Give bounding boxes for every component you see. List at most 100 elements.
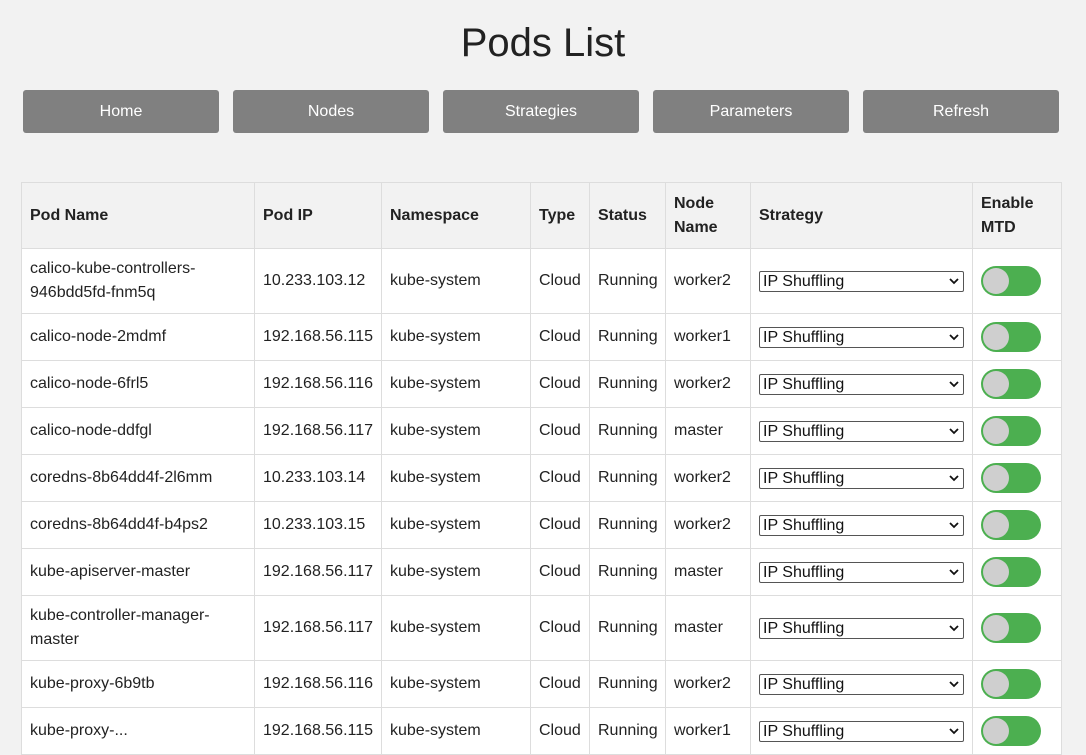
pod-ip-cell: 192.168.56.115 bbox=[254, 313, 382, 361]
nav-bar: Home Nodes Strategies Parameters Refresh bbox=[23, 90, 1059, 133]
strategy-cell: IP Shuffling bbox=[750, 707, 973, 755]
strategy-select[interactable]: IP Shuffling bbox=[759, 561, 964, 583]
pods-table: Pod Name Pod IP Namespace Type Status No… bbox=[21, 182, 1062, 755]
status-cell: Running bbox=[589, 501, 666, 549]
strategy-cell: IP Shuffling bbox=[750, 407, 973, 455]
node-name-cell: worker1 bbox=[665, 313, 751, 361]
namespace-cell: kube-system bbox=[381, 407, 531, 455]
namespace-cell: kube-system bbox=[381, 548, 531, 596]
table-header-row: Pod Name Pod IP Namespace Type Status No… bbox=[21, 182, 1062, 249]
pod-name-cell: calico-kube-controllers-946bdd5fd-fnm5q bbox=[21, 248, 255, 314]
enable-mtd-cell bbox=[972, 501, 1062, 549]
enable-mtd-toggle[interactable] bbox=[981, 266, 1041, 296]
toggle-knob bbox=[983, 268, 1009, 294]
pod-name-cell: calico-node-ddfgl bbox=[21, 407, 255, 455]
table-row: calico-kube-controllers-946bdd5fd-fnm5q 1… bbox=[21, 248, 1062, 314]
enable-mtd-toggle[interactable] bbox=[981, 613, 1041, 643]
type-cell: Cloud bbox=[530, 595, 590, 661]
strategy-select-value: IP Shuffling bbox=[763, 619, 845, 637]
pod-name-cell: calico-node-6frl5 bbox=[21, 360, 255, 408]
status-cell: Running bbox=[589, 360, 666, 408]
enable-mtd-cell bbox=[972, 248, 1062, 314]
chevron-down-icon bbox=[948, 722, 960, 741]
strategy-cell: IP Shuffling bbox=[750, 360, 973, 408]
toggle-knob bbox=[983, 512, 1009, 538]
strategy-cell: IP Shuffling bbox=[750, 548, 973, 596]
refresh-button[interactable]: Refresh bbox=[863, 90, 1059, 133]
node-name-cell: worker2 bbox=[665, 248, 751, 314]
header-strategy: Strategy bbox=[750, 182, 973, 249]
status-cell: Running bbox=[589, 407, 666, 455]
enable-mtd-toggle[interactable] bbox=[981, 669, 1041, 699]
pod-name-cell: kube-proxy-... bbox=[21, 707, 255, 755]
enable-mtd-cell bbox=[972, 407, 1062, 455]
node-name-cell: master bbox=[665, 595, 751, 661]
type-cell: Cloud bbox=[530, 407, 590, 455]
toggle-knob bbox=[983, 465, 1009, 491]
status-cell: Running bbox=[589, 595, 666, 661]
strategy-select-value: IP Shuffling bbox=[763, 722, 845, 740]
pod-name-cell: coredns-8b64dd4f-b4ps2 bbox=[21, 501, 255, 549]
enable-mtd-toggle[interactable] bbox=[981, 369, 1041, 399]
strategy-select[interactable]: IP Shuffling bbox=[759, 673, 964, 695]
strategy-cell: IP Shuffling bbox=[750, 595, 973, 661]
namespace-cell: kube-system bbox=[381, 707, 531, 755]
strategies-button[interactable]: Strategies bbox=[443, 90, 639, 133]
chevron-down-icon bbox=[948, 375, 960, 394]
header-pod-name: Pod Name bbox=[21, 182, 255, 249]
chevron-down-icon bbox=[948, 422, 960, 441]
home-button[interactable]: Home bbox=[23, 90, 219, 133]
chevron-down-icon bbox=[948, 328, 960, 347]
pod-ip-cell: 10.233.103.14 bbox=[254, 454, 382, 502]
table-row: coredns-8b64dd4f-2l6mm 10.233.103.14 kube-… bbox=[21, 454, 1062, 502]
namespace-cell: kube-system bbox=[381, 660, 531, 708]
toggle-knob bbox=[983, 559, 1009, 585]
strategy-select-value: IP Shuffling bbox=[763, 563, 845, 581]
node-name-cell: worker2 bbox=[665, 454, 751, 502]
table-row: coredns-8b64dd4f-b4ps2 10.233.103.15 kube-… bbox=[21, 501, 1062, 549]
enable-mtd-toggle[interactable] bbox=[981, 463, 1041, 493]
pods-table-container: Pod Name Pod IP Namespace Type Status No… bbox=[21, 182, 1062, 755]
enable-mtd-toggle[interactable] bbox=[981, 716, 1041, 746]
enable-mtd-toggle[interactable] bbox=[981, 510, 1041, 540]
strategy-cell: IP Shuffling bbox=[750, 454, 973, 502]
pod-name-cell: kube-controller-manager-master bbox=[21, 595, 255, 661]
strategy-cell: IP Shuffling bbox=[750, 501, 973, 549]
strategy-select[interactable]: IP Shuffling bbox=[759, 326, 964, 348]
type-cell: Cloud bbox=[530, 660, 590, 708]
table-row: kube-proxy-6b9tb 192.168.56.116 kube-syste… bbox=[21, 660, 1062, 708]
strategy-select[interactable]: IP Shuffling bbox=[759, 467, 964, 489]
strategy-select[interactable]: IP Shuffling bbox=[759, 420, 964, 442]
status-cell: Running bbox=[589, 548, 666, 596]
type-cell: Cloud bbox=[530, 313, 590, 361]
enable-mtd-toggle[interactable] bbox=[981, 322, 1041, 352]
enable-mtd-toggle[interactable] bbox=[981, 557, 1041, 587]
pod-name-cell: kube-apiserver-master bbox=[21, 548, 255, 596]
pod-name-cell: kube-proxy-6b9tb bbox=[21, 660, 255, 708]
node-name-cell: master bbox=[665, 407, 751, 455]
nodes-button[interactable]: Nodes bbox=[233, 90, 429, 133]
pod-ip-cell: 192.168.56.116 bbox=[254, 660, 382, 708]
strategy-select[interactable]: IP Shuffling bbox=[759, 514, 964, 536]
strategy-select-value: IP Shuffling bbox=[763, 675, 845, 693]
strategy-select-value: IP Shuffling bbox=[763, 516, 845, 534]
header-type: Type bbox=[530, 182, 590, 249]
strategy-select[interactable]: IP Shuffling bbox=[759, 720, 964, 742]
pod-name-cell: coredns-8b64dd4f-2l6mm bbox=[21, 454, 255, 502]
strategy-select[interactable]: IP Shuffling bbox=[759, 270, 964, 292]
parameters-button[interactable]: Parameters bbox=[653, 90, 849, 133]
pod-ip-cell: 192.168.56.117 bbox=[254, 407, 382, 455]
status-cell: Running bbox=[589, 707, 666, 755]
type-cell: Cloud bbox=[530, 707, 590, 755]
strategy-select[interactable]: IP Shuffling bbox=[759, 373, 964, 395]
strategy-select-value: IP Shuffling bbox=[763, 375, 845, 393]
pod-ip-cell: 192.168.56.117 bbox=[254, 595, 382, 661]
strategy-select[interactable]: IP Shuffling bbox=[759, 617, 964, 639]
enable-mtd-cell bbox=[972, 360, 1062, 408]
pod-ip-cell: 10.233.103.12 bbox=[254, 248, 382, 314]
node-name-cell: worker2 bbox=[665, 501, 751, 549]
enable-mtd-toggle[interactable] bbox=[981, 416, 1041, 446]
status-cell: Running bbox=[589, 313, 666, 361]
status-cell: Running bbox=[589, 454, 666, 502]
header-status: Status bbox=[589, 182, 666, 249]
